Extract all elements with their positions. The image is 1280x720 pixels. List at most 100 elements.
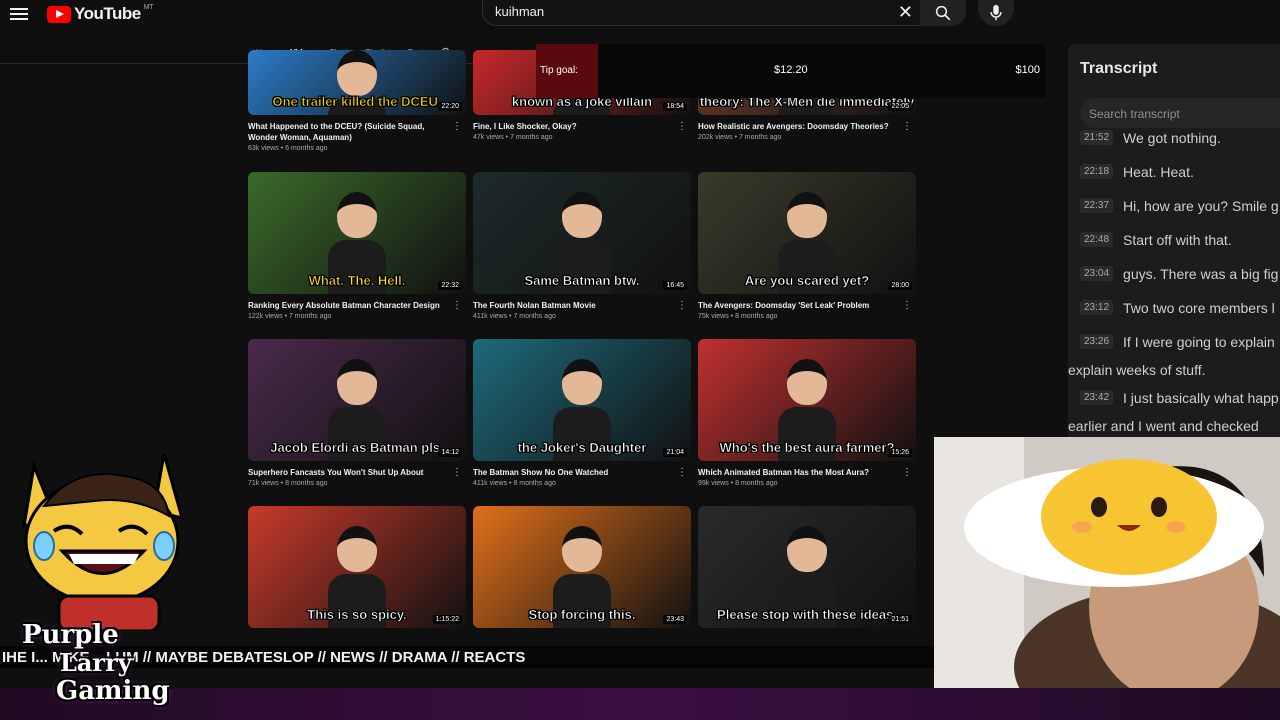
video-duration: 23:43 xyxy=(663,615,687,624)
transcript-line[interactable]: 22:48 Start off with that. xyxy=(1080,232,1280,248)
video-title[interactable]: Superhero Fancasts You Won't Shut Up Abo… xyxy=(248,467,448,478)
video-card[interactable]: the Joker's Daughter 21:04 The Batman Sh… xyxy=(473,339,691,487)
thumbnail-caption: What. The. Hell. xyxy=(308,273,406,289)
transcript-text-continued: earlier and I went and checked xyxy=(1068,418,1259,434)
transcript-text: If I were going to explain xyxy=(1123,334,1275,350)
video-card[interactable]: What. The. Hell. 22:32 Ranking Every Abs… xyxy=(248,172,466,320)
transcript-line[interactable]: 22:37 Hi, how are you? Smile g xyxy=(1080,198,1280,214)
tip-goal-target: $100 xyxy=(1015,64,1040,76)
more-options-icon[interactable]: ⋮ xyxy=(452,121,462,132)
search-icon xyxy=(935,5,951,21)
menu-icon[interactable] xyxy=(10,5,28,21)
more-options-icon[interactable]: ⋮ xyxy=(902,467,912,478)
transcript-search-input[interactable]: Search transcript xyxy=(1080,98,1280,128)
tip-goal-label: Tip goal: xyxy=(540,65,578,76)
transcript-timestamp[interactable]: 23:42 xyxy=(1080,390,1114,405)
logo-line-2: Larry xyxy=(60,648,132,677)
transcript-timestamp[interactable]: 22:18 xyxy=(1080,164,1114,179)
bottom-band xyxy=(0,688,1280,720)
transcript-line[interactable]: 22:18 Heat. Heat. xyxy=(1080,164,1280,180)
video-thumbnail[interactable]: Please stop with these ideas. 21:51 xyxy=(698,506,916,628)
video-meta: 63k views • 6 months ago xyxy=(248,145,328,152)
youtube-logo-text: YouTube xyxy=(74,4,141,23)
video-duration: 14:12 xyxy=(438,448,462,457)
video-thumbnail[interactable]: This is so spicy. 1:15:22 xyxy=(248,506,466,628)
video-title[interactable]: What Happened to the DCEU? (Suicide Squa… xyxy=(248,121,448,143)
thumbnail-caption: Stop forcing this. xyxy=(528,607,636,623)
video-card[interactable]: Please stop with these ideas. 21:51 xyxy=(698,506,916,634)
transcript-search-placeholder: Search transcript xyxy=(1089,107,1180,121)
transcript-line[interactable]: 21:52 We got nothing. xyxy=(1080,130,1280,146)
video-thumbnail[interactable]: Same Batman btw. 16:45 xyxy=(473,172,691,294)
transcript-text: We got nothing. xyxy=(1123,130,1221,146)
video-card[interactable]: One trailer killed the DCEU. 22:20 What … xyxy=(248,50,466,152)
video-thumbnail[interactable]: Who's the best aura farmer? 15:26 xyxy=(698,339,916,461)
video-title[interactable]: How Realistic are Avengers: Doomsday The… xyxy=(698,121,898,132)
video-card[interactable]: Same Batman btw. 16:45 The Fourth Nolan … xyxy=(473,172,691,320)
video-duration: 18:54 xyxy=(663,102,687,111)
transcript-text: Start off with that. xyxy=(1123,232,1232,248)
video-duration: 22:32 xyxy=(438,281,462,290)
video-duration: 22:20 xyxy=(438,102,462,111)
transcript-text: I just basically what happ xyxy=(1123,390,1279,406)
video-card[interactable]: Stop forcing this. 23:43 xyxy=(473,506,691,634)
transcript-line[interactable]: 23:26 If I were going to explain explain… xyxy=(1068,334,1280,378)
video-duration: 15:26 xyxy=(888,448,912,457)
video-thumbnail[interactable]: Are you scared yet? 28:00 xyxy=(698,172,916,294)
more-options-icon[interactable]: ⋮ xyxy=(452,467,462,478)
video-card[interactable]: This is so spicy. 1:15:22 xyxy=(248,506,466,634)
video-title[interactable]: The Fourth Nolan Batman Movie xyxy=(473,300,673,311)
thumbnail-caption: the Joker's Daughter xyxy=(517,440,647,456)
video-duration: 22:05 xyxy=(888,102,912,111)
logo-line-3: Gaming xyxy=(56,676,170,706)
video-duration: 16:45 xyxy=(663,281,687,290)
transcript-timestamp[interactable]: 21:52 xyxy=(1080,130,1114,145)
transcript-timestamp[interactable]: 22:48 xyxy=(1080,232,1114,247)
video-thumbnail[interactable]: One trailer killed the DCEU. 22:20 xyxy=(248,50,466,115)
thumbnail-caption: Who's the best aura farmer? xyxy=(719,440,895,456)
more-options-icon[interactable]: ⋮ xyxy=(902,121,912,132)
video-card[interactable]: Jacob Elordi as Batman pls. 14:12 Superh… xyxy=(248,339,466,487)
video-duration: 21:04 xyxy=(663,448,687,457)
transcript-panel: Transcript Search transcript 21:52 We go… xyxy=(1068,44,1280,464)
video-thumbnail[interactable]: Stop forcing this. 23:43 xyxy=(473,506,691,628)
cat-mascot-avatar xyxy=(22,453,185,631)
more-options-icon[interactable]: ⋮ xyxy=(452,300,462,311)
transcript-line[interactable]: 23:04 guys. There was a big fig xyxy=(1080,266,1280,282)
video-duration: 28:00 xyxy=(888,281,912,290)
microphone-icon xyxy=(990,4,1002,21)
transcript-line[interactable]: 23:12 Two two core members l xyxy=(1080,300,1280,316)
more-options-icon[interactable]: ⋮ xyxy=(902,300,912,311)
transcript-line[interactable]: 23:42 I just basically what happ earlier… xyxy=(1068,390,1280,434)
youtube-logo[interactable]: YouTube MT xyxy=(47,4,154,24)
purple-larry-gaming-logo: Purple Larry Gaming xyxy=(8,618,183,714)
video-title[interactable]: Fine, I Like Shocker, Okay? xyxy=(473,121,673,132)
logo-line-1: Purple xyxy=(22,620,119,650)
video-meta: 202k views • 7 months ago xyxy=(698,134,782,141)
video-meta: 75k views • 8 months ago xyxy=(698,313,778,320)
more-options-icon[interactable]: ⋮ xyxy=(677,300,687,311)
webcam-scene xyxy=(934,437,1280,691)
transcript-timestamp[interactable]: 23:12 xyxy=(1080,300,1114,315)
transcript-timestamp[interactable]: 23:26 xyxy=(1080,334,1114,349)
video-duration: 21:51 xyxy=(888,615,912,624)
video-title[interactable]: Ranking Every Absolute Batman Character … xyxy=(248,300,448,311)
video-thumbnail[interactable]: What. The. Hell. 22:32 xyxy=(248,172,466,294)
video-thumbnail[interactable]: Jacob Elordi as Batman pls. 14:12 xyxy=(248,339,466,461)
voice-search-button[interactable] xyxy=(978,0,1014,26)
video-title[interactable]: The Batman Show No One Watched xyxy=(473,467,673,478)
video-meta: 122k views • 7 months ago xyxy=(248,313,332,320)
video-card[interactable]: Are you scared yet? 28:00 The Avengers: … xyxy=(698,172,916,320)
video-title[interactable]: Which Animated Batman Has the Most Aura? xyxy=(698,467,898,478)
video-title[interactable]: The Avengers: Doomsday 'Set Leak' Proble… xyxy=(698,300,898,311)
video-meta: 411k views • 8 months ago xyxy=(473,480,556,487)
video-card[interactable]: Who's the best aura farmer? 15:26 Which … xyxy=(698,339,916,487)
transcript-text: Heat. Heat. xyxy=(1123,164,1194,180)
more-options-icon[interactable]: ⋮ xyxy=(677,467,687,478)
transcript-text: guys. There was a big fig xyxy=(1123,266,1279,282)
country-code: MT xyxy=(143,3,154,11)
transcript-timestamp[interactable]: 23:04 xyxy=(1080,266,1114,281)
more-options-icon[interactable]: ⋮ xyxy=(677,121,687,132)
transcript-timestamp[interactable]: 22:37 xyxy=(1080,198,1114,213)
video-thumbnail[interactable]: the Joker's Daughter 21:04 xyxy=(473,339,691,461)
